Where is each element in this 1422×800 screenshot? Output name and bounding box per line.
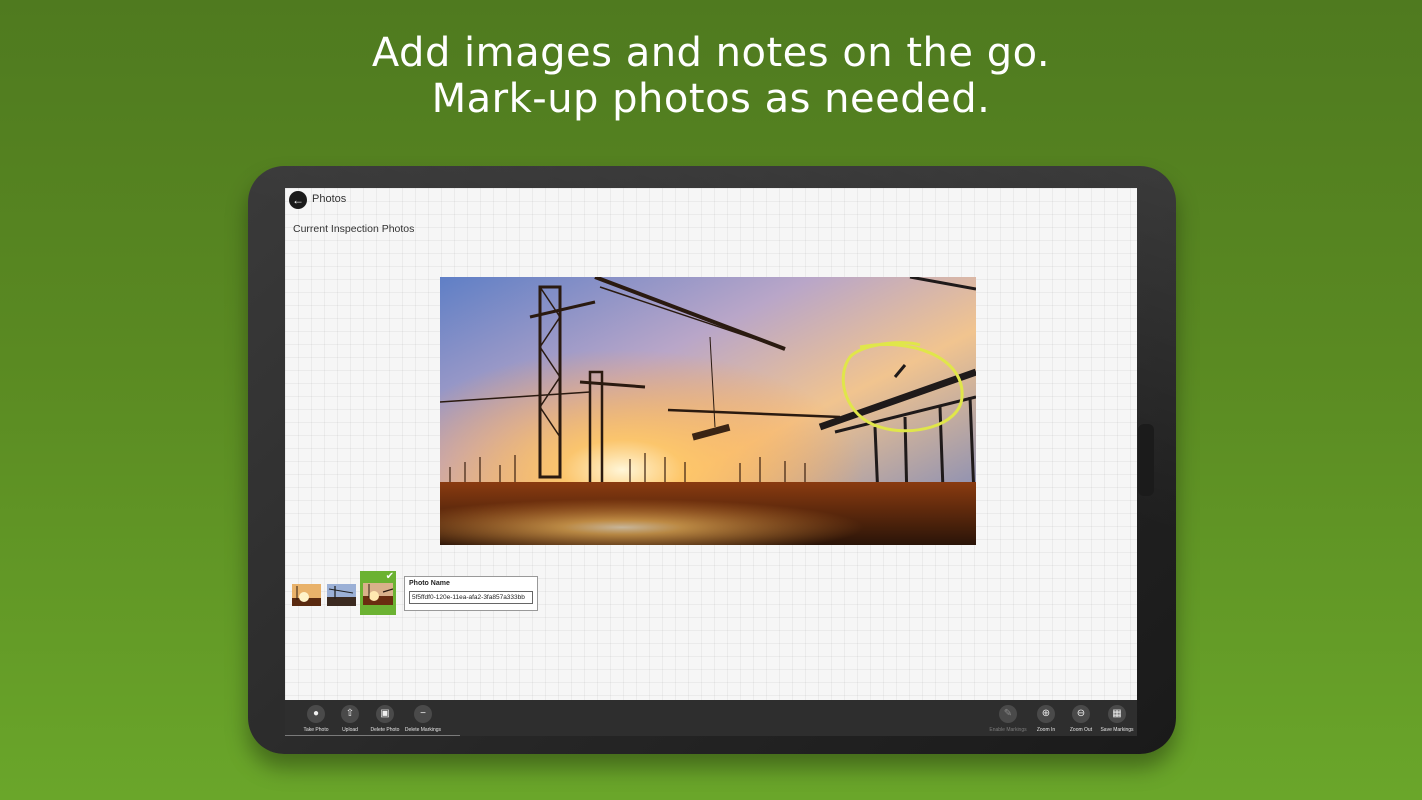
delete-markings-button[interactable]: − Delete Markings bbox=[400, 705, 446, 736]
delete-markings-label: Delete Markings bbox=[404, 727, 442, 733]
minus-icon: − bbox=[414, 705, 432, 723]
save-markings-button[interactable]: ▦ Save Markings bbox=[1094, 705, 1140, 736]
photos-screen: ← Photos Current Inspection Photos ✔ Pho… bbox=[285, 188, 1137, 700]
zoom-in-icon: ⊕ bbox=[1037, 705, 1055, 723]
save-markings-label: Save Markings bbox=[1100, 727, 1134, 733]
thumbnail-image bbox=[292, 584, 321, 606]
upload-icon: ⇧ bbox=[341, 705, 359, 723]
headline-line-1: Add images and notes on the go. bbox=[371, 30, 1051, 76]
headline-line-2: Mark-up photos as needed. bbox=[431, 76, 991, 122]
save-icon: ▦ bbox=[1108, 705, 1126, 723]
tablet-side-button bbox=[1138, 424, 1154, 496]
thumbnail-image-wrap bbox=[363, 583, 393, 605]
trash-icon: ▣ bbox=[376, 705, 394, 723]
zoom-out-icon: ⊖ bbox=[1072, 705, 1090, 723]
back-arrow-icon[interactable]: ← bbox=[289, 191, 307, 209]
thumbnail-photo-1[interactable] bbox=[292, 584, 321, 606]
main-photo[interactable] bbox=[440, 277, 976, 545]
section-label: Current Inspection Photos bbox=[293, 223, 415, 235]
photo-name-field[interactable]: 5f5ffdf0-120e-11ea-afa2-3fa857a333bb bbox=[409, 591, 533, 604]
photo-name-panel: Photo Name 5f5ffdf0-120e-11ea-afa2-3fa85… bbox=[404, 576, 538, 611]
thumbnail-photo-3-selected[interactable]: ✔ bbox=[360, 571, 396, 615]
photo-name-label: Photo Name bbox=[409, 580, 450, 587]
promo-headline: Add images and notes on the go. Mark-up … bbox=[0, 30, 1422, 122]
thumbnail-image bbox=[363, 583, 393, 605]
checkmark-icon: ✔ bbox=[385, 571, 394, 582]
page-title: Photos bbox=[312, 193, 347, 205]
construction-site-image bbox=[440, 277, 976, 545]
thumbnail-image bbox=[327, 584, 356, 606]
thumbnail-photo-2[interactable] bbox=[327, 584, 356, 606]
brush-icon: ✎ bbox=[999, 705, 1017, 723]
camera-icon: ● bbox=[307, 705, 325, 723]
bottom-app-bar: ● Take Photo ⇧ Upload ▣ Delete Photo − D… bbox=[285, 700, 1137, 736]
